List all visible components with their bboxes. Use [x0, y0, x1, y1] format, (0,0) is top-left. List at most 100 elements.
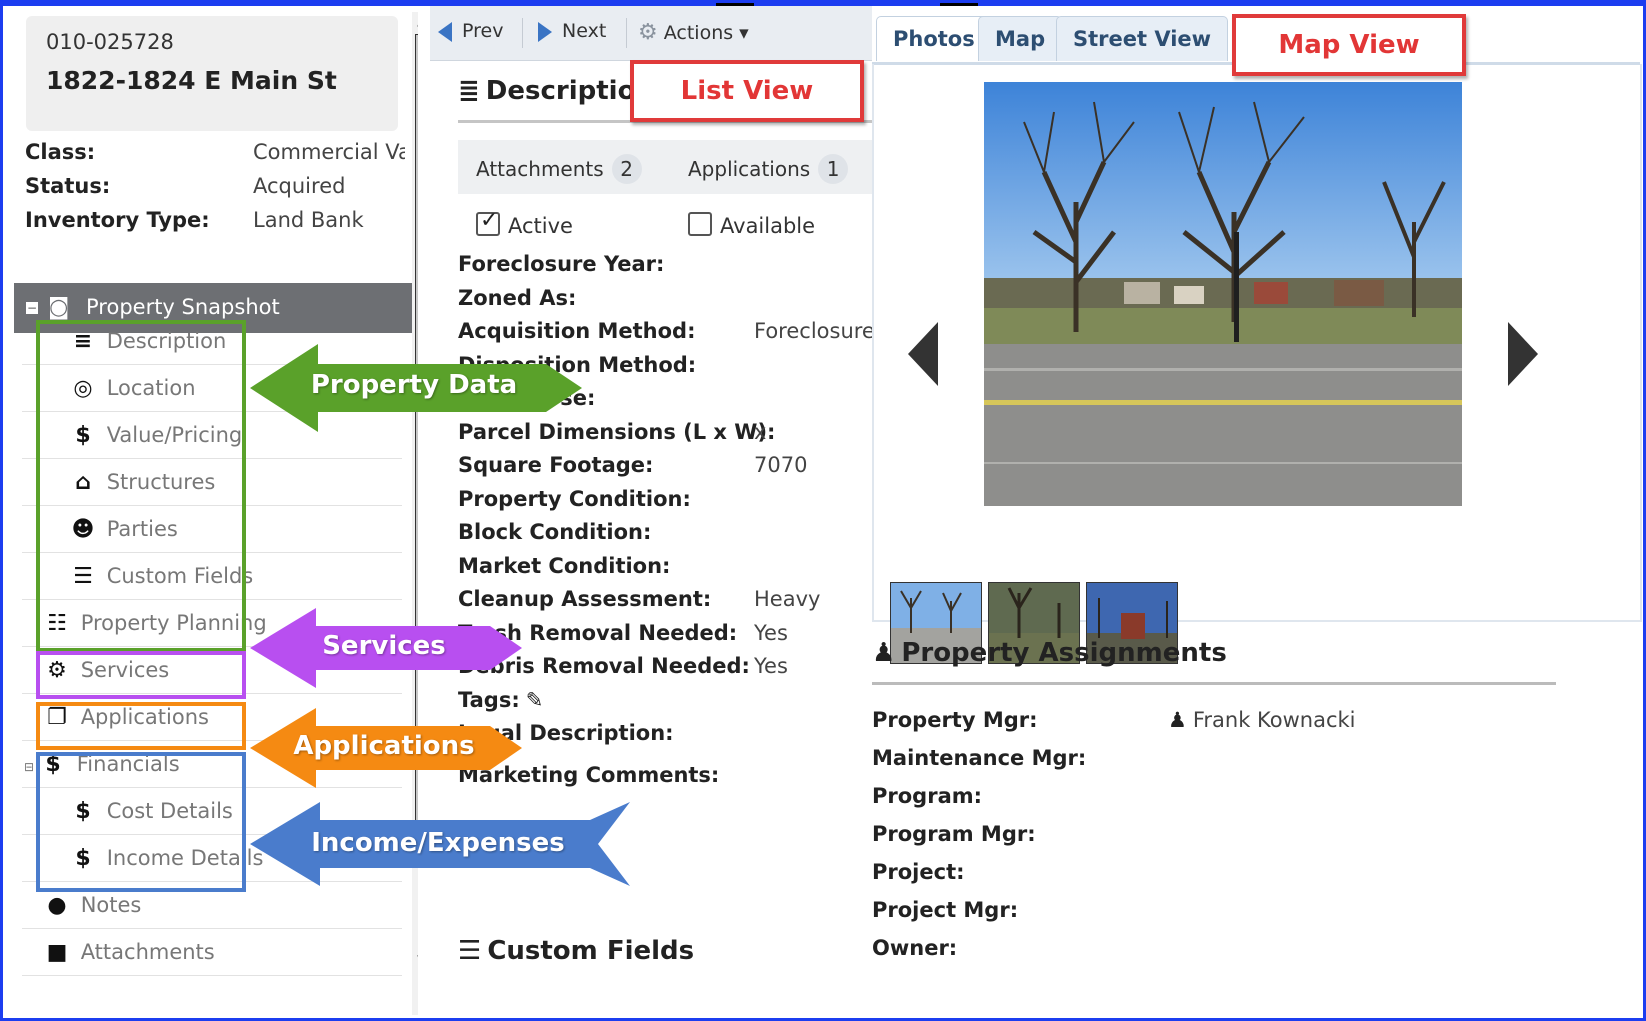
users-icon: ☻	[71, 517, 95, 542]
checkbox-checked[interactable]	[476, 208, 500, 236]
status-value: Acquired	[253, 174, 346, 198]
checkbox-unchecked[interactable]	[688, 212, 712, 236]
sidebar-item-parties[interactable]: ☻ Parties	[66, 506, 178, 552]
custom-fields-heading: ☰ Custom Fields	[458, 936, 695, 966]
class-row: Class: Commercial Vacant	[25, 140, 405, 170]
sidebar-item-label: Attachments	[80, 940, 215, 964]
available-checkbox[interactable]: Available	[688, 212, 815, 238]
property-snapshot-label: Property Snapshot	[86, 295, 280, 319]
counts-bar: Attachments 2 Applications 1	[458, 140, 872, 194]
sidebar-item-value-pricing[interactable]: $ Value/Pricing	[66, 412, 242, 458]
sidebar-item-label: Custom Fields	[106, 564, 254, 588]
sidebar-item-attachments[interactable]: ■ Attachments	[40, 929, 215, 975]
sidebar-item-description[interactable]: ≡ Description	[66, 318, 227, 364]
list-view-label: List View	[630, 60, 864, 122]
next-button[interactable]: Next	[538, 20, 606, 42]
applications-callout: Applications	[246, 704, 522, 792]
assignment-row: Property Mgr: ♟ Frank Kownacki	[872, 708, 1356, 732]
property-id: 010-025728	[46, 30, 174, 54]
next-photo-icon[interactable]	[1508, 322, 1538, 386]
property-header-card: 010-025728 1822-1824 E Main St	[26, 16, 398, 131]
sidebar-item-label: Description	[106, 329, 227, 353]
assignment-row: Project:	[872, 860, 965, 884]
sidebar-item-label: Property Planning	[80, 611, 267, 635]
cogs-icon: ⚙	[47, 658, 67, 683]
next-arrow-icon	[538, 21, 552, 42]
services-callout: Services	[246, 604, 522, 692]
dollar-icon: $	[75, 799, 91, 824]
description-heading: ≣ Description	[458, 76, 654, 106]
assignment-row: Program:	[872, 784, 983, 808]
attachments-pill[interactable]: Attachments 2	[476, 154, 642, 184]
sidebar-item-financials[interactable]: ⊟ $ Financials	[24, 741, 180, 787]
inventory-value: Land Bank	[253, 208, 364, 232]
field-row: Square Footage: 7070	[458, 453, 808, 477]
previous-photo-icon[interactable]	[908, 322, 938, 386]
media-panel: Photos Map Street View ♟ Property Assign…	[872, 6, 1642, 1015]
sidebar-item-services[interactable]: ⚙ Services	[40, 647, 169, 693]
pencil-icon[interactable]: ✎	[526, 688, 544, 712]
sidebar-item-applications[interactable]: ❐ Applications	[40, 694, 209, 740]
tab-photos[interactable]: Photos	[876, 16, 992, 61]
photo-image	[984, 82, 1462, 506]
inventory-row: Inventory Type: Land Bank	[25, 208, 405, 238]
documents-icon: ❐	[47, 705, 67, 730]
home-icon: ⌂	[75, 470, 91, 495]
sidebar-item-income-details[interactable]: $ Income Details	[66, 835, 263, 881]
sidebar-item-structures[interactable]: ⌂ Structures	[66, 459, 215, 505]
field-row: Property Condition:	[458, 487, 691, 511]
sidebar-item-location[interactable]: ◎ Location	[66, 365, 196, 411]
property-address: 1822-1824 E Main St	[46, 66, 337, 95]
class-value: Commercial Vacant	[253, 140, 405, 164]
compass-icon: ◎	[73, 376, 93, 401]
collapse-icon[interactable]: ⊟	[24, 760, 34, 774]
sidebar-item-label: Cost Details	[106, 799, 233, 823]
applications-pill[interactable]: Applications 1	[688, 154, 849, 184]
actions-dropdown[interactable]: ⚙ Actions ▾	[638, 20, 749, 45]
sidebar-item-notes[interactable]: ● Notes	[40, 882, 141, 928]
tab-street-view[interactable]: Street View	[1056, 16, 1229, 61]
dollar-icon: $	[45, 752, 61, 777]
sidebar-item-property-planning[interactable]: ☷ Property Planning	[40, 600, 267, 646]
scroll-up-icon[interactable]: ▲	[417, 14, 418, 28]
class-label: Class:	[25, 140, 96, 164]
user-icon: ♟	[872, 638, 896, 668]
sidebar-item-custom-fields[interactable]: ☰ Custom Fields	[66, 553, 253, 599]
sidebar-item-label: Income Details	[106, 846, 264, 870]
assignment-row: Maintenance Mgr:	[872, 746, 1087, 770]
sidebar-item-label: Applications	[80, 705, 209, 729]
list-icon: ≣	[458, 76, 480, 106]
photo-viewer	[872, 64, 1642, 664]
sidebar-item-label: Location	[106, 376, 196, 400]
assignments-divider	[872, 682, 1556, 685]
status-row: Status: Acquired	[25, 174, 405, 204]
planning-icon: ☷	[47, 611, 67, 636]
tab-map[interactable]: Map	[978, 16, 1063, 61]
dollar-icon: $	[75, 846, 91, 871]
collapse-icon[interactable]: −	[26, 302, 38, 314]
field-row: Foreclosure Year:	[458, 252, 665, 276]
prev-button[interactable]: Prev	[438, 20, 503, 42]
attachments-count: 2	[611, 154, 642, 184]
sidebar-item-cost-details[interactable]: $ Cost Details	[66, 788, 233, 834]
sidebar-item-label: Structures	[106, 470, 216, 494]
field-row: Block Condition:	[458, 520, 652, 544]
sidebar-item-label: Value/Pricing	[106, 423, 243, 447]
record-toolbar: Prev Next ⚙ Actions ▾	[430, 6, 872, 61]
field-row: Zoned As:	[458, 286, 577, 310]
database-icon: ☰	[458, 936, 482, 966]
comment-icon: ●	[47, 893, 67, 918]
sidebar-item-label: Services	[80, 658, 170, 682]
scroll-down-icon[interactable]: ▼	[417, 952, 418, 966]
field-row: Market Condition:	[458, 554, 671, 578]
active-checkbox[interactable]: Active	[476, 208, 573, 238]
user-icon: ♟	[1168, 708, 1187, 732]
list-icon: ≡	[73, 329, 93, 354]
prev-arrow-icon	[438, 21, 452, 42]
camera-icon: ◙	[48, 295, 70, 320]
database-icon: ☰	[73, 564, 93, 589]
applications-count: 1	[818, 154, 849, 184]
assignment-row: Program Mgr:	[872, 822, 1036, 846]
sidebar-item-label: Financials	[76, 752, 180, 776]
property-photo	[984, 82, 1462, 506]
